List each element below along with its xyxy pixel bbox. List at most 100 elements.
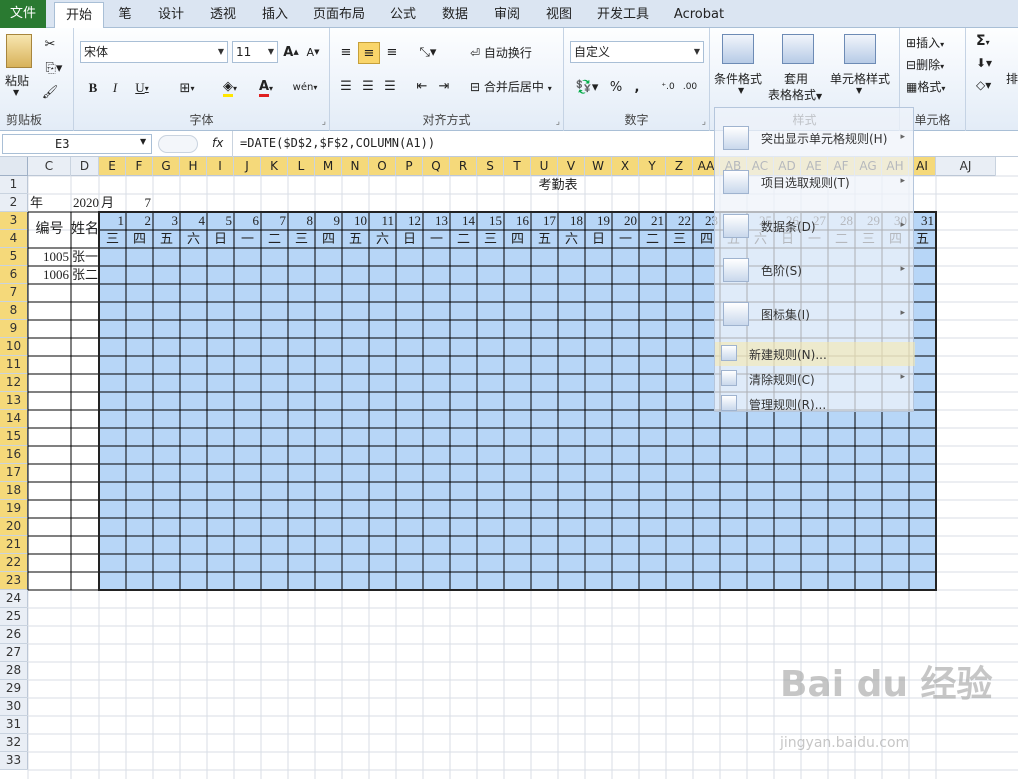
weekday[interactable]: 五 [531, 230, 558, 248]
underline-button[interactable]: U ▾ [128, 78, 156, 98]
formula-input[interactable]: =DATE($D$2,$F$2,COLUMN(A1)) [240, 136, 435, 150]
wrap-text-button[interactable]: ⏎ 自动换行 [470, 44, 532, 61]
day-number[interactable]: 12 [396, 212, 423, 230]
month-label[interactable]: 月 [99, 194, 126, 212]
tab-item-4[interactable]: 透视 [204, 2, 242, 28]
dialog-launcher-icon[interactable]: ⌟ [322, 117, 326, 127]
fill-down-icon[interactable]: ⬇▾ [976, 56, 992, 70]
tab-item-12[interactable]: Acrobat [668, 2, 730, 28]
weekday[interactable]: 三 [99, 230, 126, 248]
employee-id[interactable]: 1006 [28, 266, 71, 284]
tab-file[interactable]: 文件 [0, 0, 46, 28]
month-value[interactable]: 7 [126, 194, 153, 212]
day-number[interactable]: 13 [423, 212, 450, 230]
weekday[interactable]: 二 [639, 230, 666, 248]
align-bottom-icon[interactable]: ≡ [382, 42, 402, 62]
merge-center-button[interactable]: ⊟ 合并后居中 ▾ [470, 78, 552, 95]
weekday[interactable]: 日 [396, 230, 423, 248]
weekday[interactable]: 三 [288, 230, 315, 248]
grow-font-button[interactable]: A ▲ [282, 43, 300, 61]
tab-home[interactable]: 开始 [54, 2, 104, 29]
insert-cells-button[interactable]: ⊞插入▾ [906, 34, 944, 51]
cf-menu-item[interactable]: 色阶(S) ▸ [715, 254, 915, 296]
cut-icon[interactable]: ✂ [42, 36, 58, 52]
day-number[interactable]: 10 [342, 212, 369, 230]
tab-item-6[interactable]: 页面布局 [308, 2, 370, 28]
weekday[interactable]: 六 [558, 230, 585, 248]
day-number[interactable]: 6 [234, 212, 261, 230]
cf-menu-item[interactable]: 管理规则(R)... [715, 392, 915, 416]
name-box-dropdown-icon[interactable]: ▼ [140, 137, 146, 146]
weekday[interactable]: 六 [369, 230, 396, 248]
employee-id[interactable]: 1005 [28, 248, 71, 266]
day-number[interactable]: 3 [153, 212, 180, 230]
border-button[interactable]: ⊞ ▾ [172, 78, 202, 98]
day-number[interactable]: 9 [315, 212, 342, 230]
day-number[interactable]: 8 [288, 212, 315, 230]
weekday[interactable]: 五 [153, 230, 180, 248]
weekday[interactable]: 三 [477, 230, 504, 248]
fill-color-button[interactable]: ◈ ▾ [214, 78, 246, 98]
day-number[interactable]: 2 [126, 212, 153, 230]
copy-icon[interactable]: ⎘▾ [42, 60, 66, 76]
name-box[interactable]: E3 [2, 134, 152, 154]
number-format-select[interactable]: 自定义 ▼ [570, 41, 704, 63]
tab-item-5[interactable]: 插入 [256, 2, 294, 28]
name-header[interactable]: 姓名 [71, 212, 99, 248]
decrease-indent-icon[interactable]: ⇤ [412, 76, 432, 96]
day-number[interactable]: 1 [99, 212, 126, 230]
font-size-select[interactable]: 11 ▼ [232, 41, 278, 63]
tab-item-2[interactable]: 笔 [112, 2, 138, 28]
align-middle-icon[interactable]: ≡ [358, 42, 380, 64]
accounting-format-icon[interactable]: 💱▾ [572, 77, 602, 97]
tab-item-7[interactable]: 公式 [384, 2, 422, 28]
day-number[interactable]: 15 [477, 212, 504, 230]
weekday[interactable]: 六 [180, 230, 207, 248]
format-painter-icon[interactable]: 🖌 [42, 84, 59, 100]
conditional-format-icon[interactable] [722, 34, 754, 64]
clear-icon[interactable]: ◇▾ [976, 78, 991, 92]
format-as-table-label1[interactable]: 套用 [784, 70, 808, 87]
cf-menu-item[interactable]: 图标集(I) ▸ [715, 298, 915, 340]
cf-menu-item[interactable]: 项目选取规则(T) ▸ [715, 166, 915, 208]
tab-item-9[interactable]: 审阅 [488, 2, 526, 28]
day-number[interactable]: 14 [450, 212, 477, 230]
shrink-font-button[interactable]: A ▼ [304, 43, 322, 61]
font-name-select[interactable]: 宋体 ▼ [80, 41, 228, 63]
employee-name[interactable]: 张二 [71, 266, 99, 284]
day-number[interactable]: 18 [558, 212, 585, 230]
weekday[interactable]: 四 [504, 230, 531, 248]
weekday[interactable]: 三 [666, 230, 693, 248]
format-as-table-label2[interactable]: 表格格式▼ [768, 86, 822, 103]
increase-decimal-icon[interactable]: ⁺.0 [658, 77, 678, 97]
weekday[interactable]: 四 [315, 230, 342, 248]
dialog-launcher-icon[interactable]: ⌟ [556, 117, 560, 127]
font-color-button[interactable]: A ▾ [250, 78, 282, 98]
tab-item-11[interactable]: 开发工具 [592, 2, 654, 28]
formula-bar-collapse-handle[interactable] [158, 135, 198, 153]
format-as-table-icon[interactable] [782, 34, 814, 64]
year-label[interactable]: 年 [28, 194, 71, 212]
day-number[interactable]: 7 [261, 212, 288, 230]
weekday[interactable]: 日 [207, 230, 234, 248]
paste-dropdown-icon[interactable]: ▼ [13, 88, 19, 97]
day-number[interactable]: 21 [639, 212, 666, 230]
day-number[interactable]: 19 [585, 212, 612, 230]
format-cells-button[interactable]: ▦格式▾ [906, 78, 945, 95]
weekday[interactable]: 一 [234, 230, 261, 248]
increase-indent-icon[interactable]: ⇥ [434, 76, 454, 96]
sort-button[interactable]: 排 [1006, 70, 1018, 87]
cf-menu-item[interactable]: 新建规则(N)... [715, 342, 915, 366]
dialog-launcher-icon[interactable]: ⌟ [702, 117, 706, 127]
cell-styles-button[interactable]: 单元格样式 [830, 70, 890, 87]
cf-menu-item[interactable]: 清除规则(C) ▸ [715, 367, 915, 391]
paste-icon[interactable] [6, 34, 32, 68]
align-center-icon[interactable]: ☰ [358, 76, 378, 96]
day-number[interactable]: 17 [531, 212, 558, 230]
year-value[interactable]: 2020 [71, 194, 99, 212]
day-number[interactable]: 5 [207, 212, 234, 230]
conditional-format-button[interactable]: 条件格式 [714, 70, 762, 87]
align-top-icon[interactable]: ≡ [336, 42, 356, 62]
align-right-icon[interactable]: ☰ [380, 76, 400, 96]
day-number[interactable]: 4 [180, 212, 207, 230]
